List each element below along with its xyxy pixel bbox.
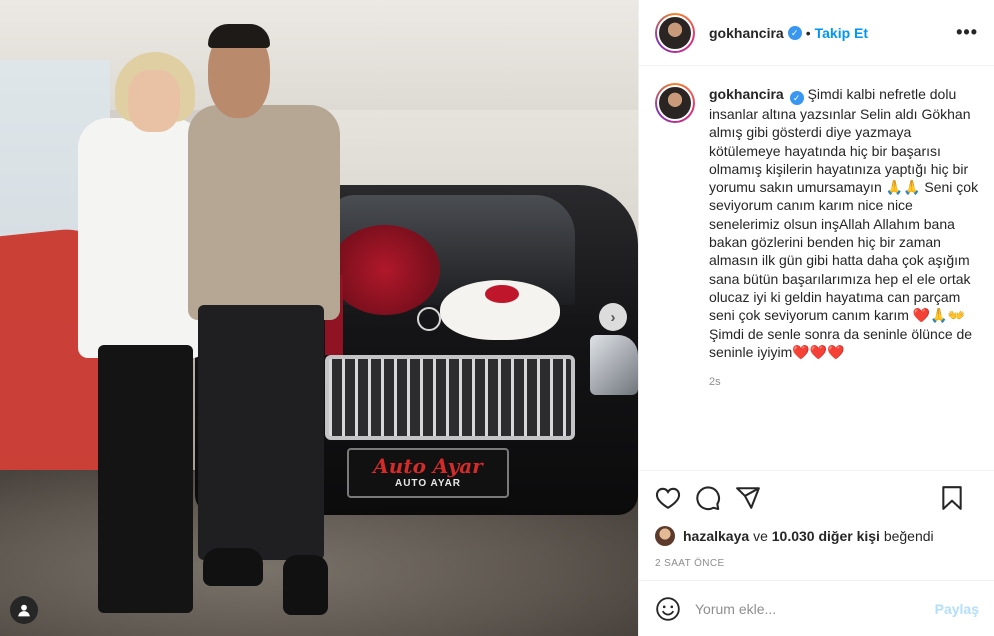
likes-suffix: beğendi [883,528,934,544]
caption-username[interactable]: gokhancira [709,86,784,102]
caption-text: gokhancira ✓ Şimdi kalbi nefretle dolu in… [709,83,979,451]
comment-form: Paylaş [639,580,994,636]
likes-count[interactable]: 10.030 diğer kişi [772,528,880,544]
action-bar [655,483,979,513]
verified-icon: ✓ [787,25,802,40]
man-hair [208,24,270,48]
likes-summary: hazalkaya ve 10.030 diğer kişi beğendi [655,526,979,546]
heart-icon[interactable] [655,485,681,511]
plate-brand: Auto Ayar [373,454,483,478]
car-logo [417,307,441,331]
caption-avatar[interactable] [655,83,695,123]
caption-block: gokhancira ✓ Şimdi kalbi nefretle dolu in… [639,67,994,467]
user-tag-icon[interactable] [10,596,38,624]
car-headlight [590,335,638,395]
post-image[interactable]: Auto Ayar AUTO AYAR › [0,0,638,636]
follow-button[interactable]: Takip Et [815,25,868,41]
caption-time: 2s [709,376,721,389]
red-roses [485,285,519,303]
license-plate: Auto Ayar AUTO AYAR [347,448,509,498]
bookmark-icon[interactable] [939,485,965,511]
red-bow [330,225,440,315]
woman-jacket [78,118,203,358]
car-grille [325,355,575,440]
author-avatar[interactable] [655,12,695,53]
share-icon[interactable] [735,485,761,511]
post-header: gokhancira ✓ • Takip Et ••• [639,0,994,66]
post-timestamp[interactable]: 2 SAAT ÖNCE [655,558,979,569]
man-pants [198,305,324,560]
man-shoe-right [283,555,328,615]
header-meta: gokhancira ✓ • Takip Et [709,25,868,41]
liker-avatar[interactable] [655,526,675,546]
post-comment-button[interactable]: Paylaş [935,601,979,617]
liker-username[interactable]: hazalkaya [683,528,749,544]
header-separator: • [805,24,811,41]
user-tag-glyph [18,604,30,617]
caption-body: Şimdi kalbi nefretle dolu insanlar altın… [709,86,979,360]
plate-subtitle: AUTO AYAR [394,478,462,489]
verified-icon: ✓ [789,91,804,105]
likes-connector: ve [753,528,768,544]
woman-face [128,70,180,132]
man-shoe-left [203,548,263,586]
more-options-button[interactable]: ••• [956,22,978,43]
emoji-icon[interactable] [655,596,681,622]
woman-pants [98,345,193,613]
author-username[interactable]: gokhancira [709,25,784,41]
next-arrow-icon[interactable]: › [599,303,627,331]
comment-icon[interactable] [695,485,721,511]
post-actions: hazalkaya ve 10.030 diğer kişi beğendi 2… [639,470,994,569]
comment-input[interactable] [695,600,935,617]
man-sweater [188,105,340,320]
post-sidebar: gokhancira ✓ • Takip Et ••• gokhancira ✓ … [638,0,994,636]
